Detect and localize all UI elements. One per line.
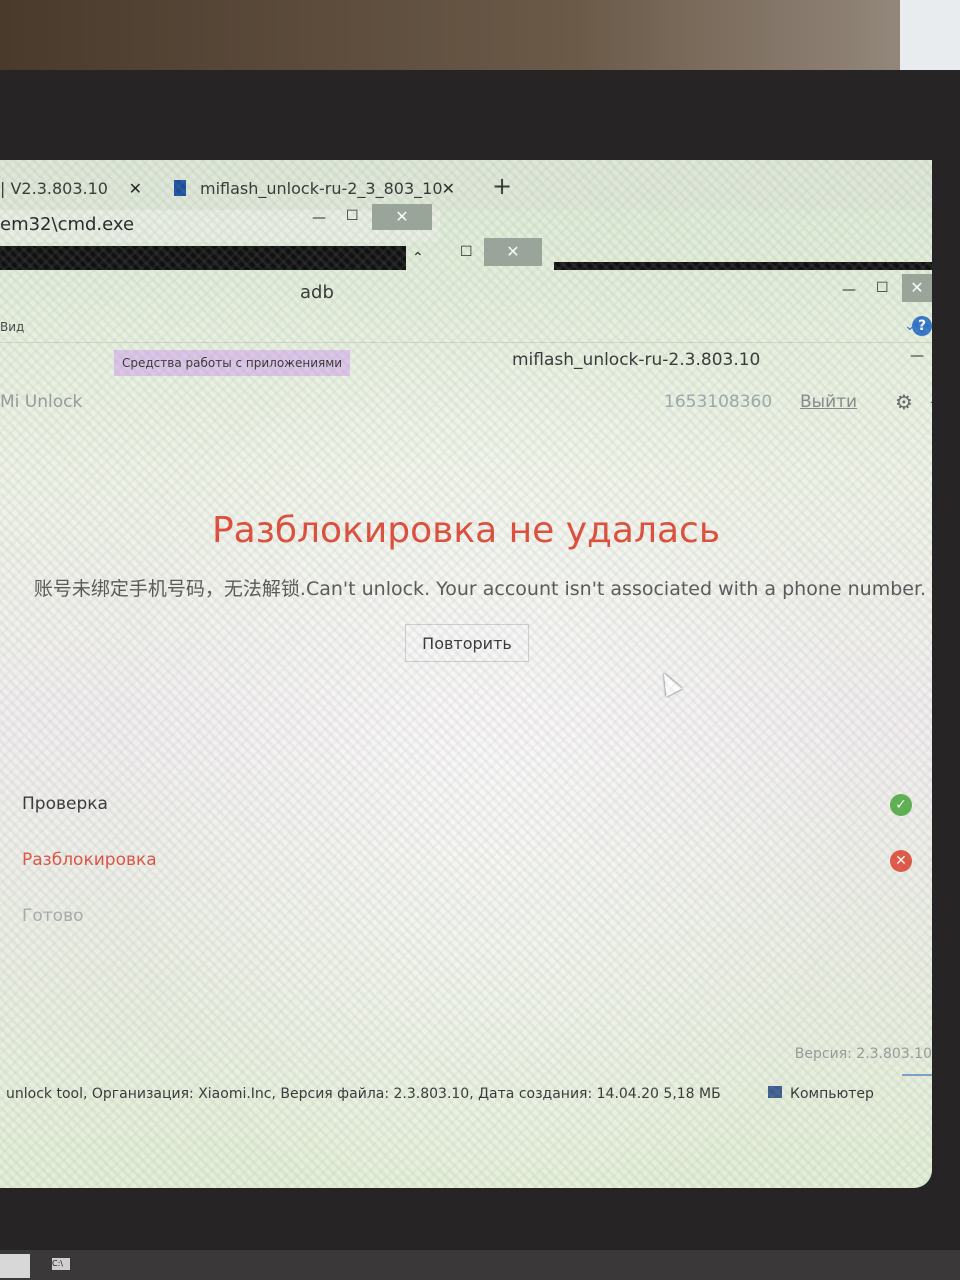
computer-label: Компьютер	[790, 1086, 874, 1102]
x-circle-icon: ✕	[890, 850, 912, 872]
document-icon	[174, 180, 186, 196]
close-icon[interactable]: ✕	[442, 172, 455, 206]
miunlock-header: Mi Unlock 1653108360 Выйти ⚙ —	[0, 390, 932, 420]
check-circle-icon: ✓	[890, 794, 912, 816]
failure-title: Разблокировка не удалась	[211, 510, 721, 551]
cmd-window-title: em32\cmd.exe	[0, 214, 135, 235]
window-edge	[554, 262, 932, 270]
minimize-icon[interactable]: —	[842, 282, 856, 298]
gear-icon[interactable]: ⚙	[895, 390, 913, 414]
minimize-icon[interactable]: —	[312, 210, 326, 226]
cmd-close-button[interactable]: ✕	[372, 204, 432, 230]
screen: | V2.3.803.10 ✕ miflash_unlock-ru-2_3_80…	[0, 160, 932, 1188]
help-icon[interactable]: ?	[912, 316, 932, 336]
mouse-cursor-icon	[655, 669, 683, 697]
version-label: Версия: 2.3.803.10	[794, 1046, 932, 1062]
close-icon[interactable]: ✕	[129, 172, 142, 206]
explorer-titlebar[interactable]: adb — ☐ ✕	[0, 272, 932, 312]
folder-title: miflash_unlock-ru-2.3.803.10	[512, 350, 761, 370]
tab-miflash-label: miflash_unlock-ru-2_3_803_10	[200, 179, 443, 198]
app-tools-tab[interactable]: Средства работы с приложениями	[114, 350, 351, 376]
account-id: 1653108360	[664, 392, 773, 412]
background-wall	[0, 0, 960, 80]
explorer-title: adb	[300, 282, 334, 303]
retry-button[interactable]: Повторить	[405, 624, 529, 662]
computer-icon	[768, 1086, 782, 1098]
taskbar-item[interactable]	[0, 1254, 30, 1278]
tab-miflash-doc[interactable]: miflash_unlock-ru-2_3_803_10 ✕	[168, 172, 463, 208]
maximize-icon[interactable]: ☐	[460, 244, 473, 260]
logout-link[interactable]: Выйти	[800, 392, 857, 412]
step-unlock: Разблокировка	[22, 850, 157, 870]
new-tab-button[interactable]: +	[492, 172, 512, 200]
explorer-ribbon: Вид ⌄ ?	[0, 312, 932, 343]
taskbar: C:\	[0, 1250, 960, 1280]
maximize-icon[interactable]: ☐	[346, 208, 359, 224]
version-underline	[902, 1074, 932, 1076]
cmd-taskbar-icon[interactable]: C:\	[52, 1258, 70, 1270]
explorer-status-text: unlock tool, Организация: Xiaomi.Inc, Ве…	[6, 1086, 721, 1102]
tab-miunlock-label: | V2.3.803.10	[0, 179, 108, 198]
app-name: Mi Unlock	[0, 392, 83, 412]
cmd-output-redacted	[0, 246, 406, 270]
explorer-close-button[interactable]: ✕	[902, 274, 932, 302]
minimize-icon[interactable]: —	[910, 348, 924, 364]
scroll-up-icon[interactable]: ⌃	[412, 250, 424, 266]
maximize-icon[interactable]: ☐	[876, 280, 889, 296]
ribbon-view-tab[interactable]: Вид	[0, 320, 24, 334]
browser-tab-bar: | V2.3.803.10 ✕ miflash_unlock-ru-2_3_80…	[0, 160, 932, 210]
window-close-button[interactable]: ✕	[484, 238, 542, 266]
step-done: Готово	[22, 906, 84, 926]
step-check: Проверка	[22, 794, 108, 814]
failure-message: 账号未绑定手机号码，无法解锁.Can't unlock. Your accoun…	[33, 578, 927, 600]
minimize-icon[interactable]: —	[930, 392, 932, 412]
tab-miunlock[interactable]: | V2.3.803.10 ✕	[0, 172, 150, 208]
